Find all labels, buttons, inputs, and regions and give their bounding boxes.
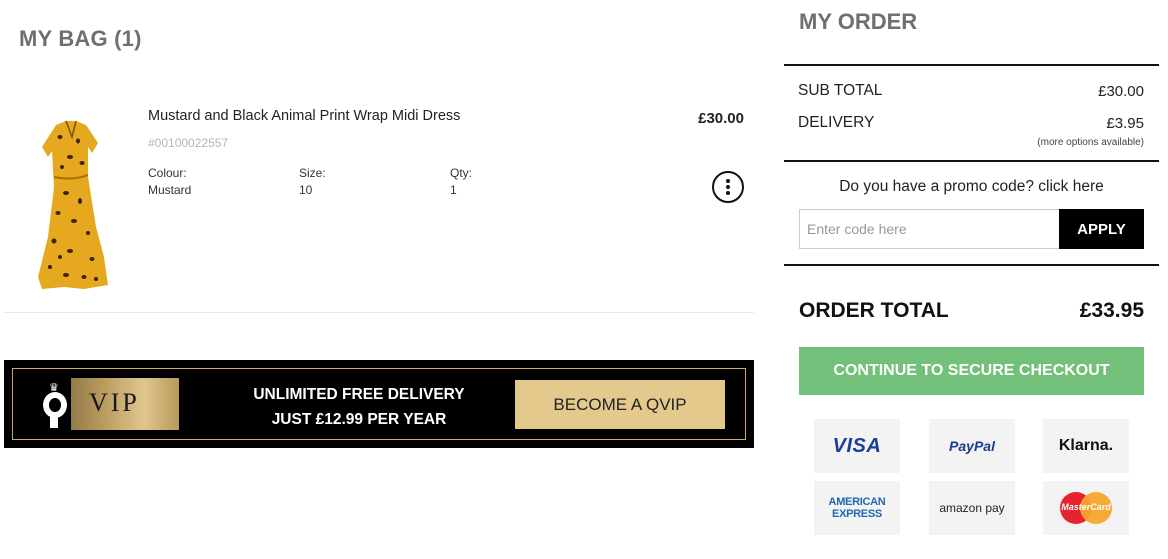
- order-total-label: ORDER TOTAL: [799, 299, 949, 322]
- vip-offer-text: UNLIMITED FREE DELIVERY JUST £12.99 PER …: [213, 382, 505, 432]
- order-total-value: £33.95: [1079, 299, 1144, 322]
- delivery-note[interactable]: (more options available): [1037, 137, 1144, 148]
- colour-label: Colour:: [148, 166, 187, 180]
- promo-code-link[interactable]: Do you have a promo code? click here: [784, 178, 1159, 196]
- amex-text-line1: AMERICAN: [828, 496, 886, 508]
- become-qvip-button[interactable]: BECOME A QVIP: [515, 380, 725, 429]
- vip-offer-line1: UNLIMITED FREE DELIVERY: [253, 386, 465, 403]
- qty-value: 1: [450, 183, 457, 197]
- secure-checkout-button[interactable]: CONTINUE TO SECURE CHECKOUT: [799, 347, 1144, 395]
- more-options-icon[interactable]: [712, 171, 744, 203]
- amex-text-line2: EXPRESS: [832, 508, 882, 520]
- qty-label: Qty:: [450, 166, 473, 180]
- amazon-pay-logo: amazon pay: [929, 481, 1015, 535]
- visa-logo: VISA: [814, 419, 900, 473]
- order-summary: MY ORDER SUB TOTAL £30.00 DELIVERY £3.95…: [784, 0, 1159, 559]
- product-image[interactable]: [26, 117, 116, 292]
- bag-item: Mustard and Black Animal Print Wrap Midi…: [4, 95, 754, 313]
- vip-offer-line2: JUST £12.99 PER YEAR: [271, 411, 447, 428]
- colour-value: Mustard: [148, 183, 192, 197]
- size-label: Size:: [299, 166, 326, 180]
- order-title: MY ORDER: [799, 9, 918, 34]
- delivery-label: DELIVERY: [798, 114, 875, 131]
- divider: [784, 160, 1159, 162]
- q-logo-icon: ♛: [39, 378, 71, 430]
- subtotal-label: SUB TOTAL: [798, 82, 883, 99]
- product-size: Size: 10: [299, 165, 326, 199]
- qvip-logo: ♛ VIP: [39, 378, 179, 430]
- product-price: £30.00: [698, 110, 744, 127]
- promo-code-input[interactable]: [799, 209, 1059, 249]
- paypal-logo: PayPal: [929, 419, 1015, 473]
- klarna-logo: Klarna.: [1043, 419, 1129, 473]
- mastercard-text: MasterCard: [1061, 502, 1111, 512]
- size-value: 10: [299, 183, 313, 197]
- apply-button[interactable]: APPLY: [1059, 209, 1144, 249]
- bag-title: MY BAG (1): [19, 26, 142, 51]
- klarna-text: Klarna.: [1058, 437, 1114, 454]
- amex-logo: AMERICAN EXPRESS: [814, 481, 900, 535]
- delivery-value: £3.95: [1106, 115, 1144, 132]
- mastercard-logo: MasterCard: [1043, 481, 1129, 535]
- product-colour: Colour: Mustard: [148, 165, 191, 199]
- amazon-pay-text: amazon pay: [939, 501, 1005, 515]
- visa-text: VISA: [832, 434, 882, 457]
- vip-banner: ♛ VIP UNLIMITED FREE DELIVERY JUST £12.9…: [4, 360, 754, 448]
- divider: [784, 64, 1159, 66]
- product-name[interactable]: Mustard and Black Animal Print Wrap Midi…: [148, 108, 460, 124]
- paypal-text: PayPal: [949, 438, 995, 454]
- subtotal-value: £30.00: [1098, 83, 1144, 100]
- product-sku: #00100022557: [148, 136, 229, 150]
- product-qty: Qty: 1: [450, 165, 472, 199]
- vip-logo-text: VIP: [89, 388, 140, 417]
- divider: [784, 264, 1159, 266]
